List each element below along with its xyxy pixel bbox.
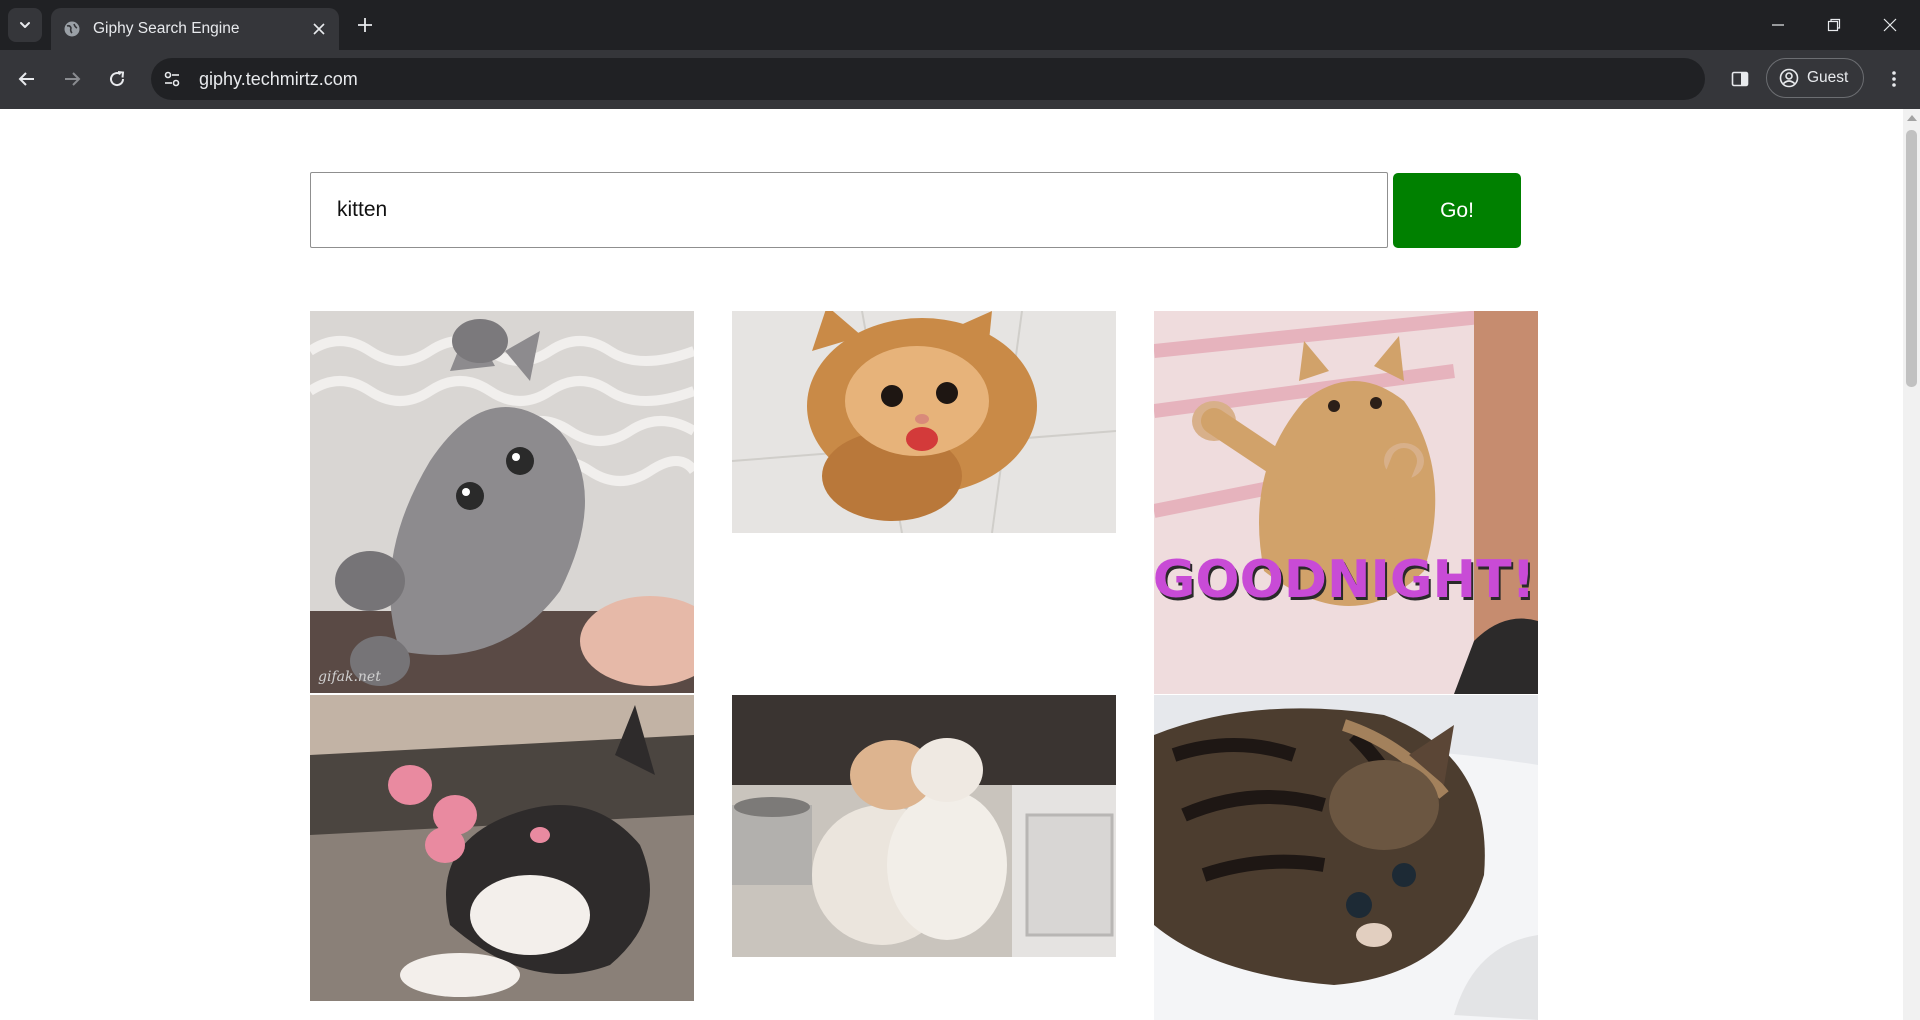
tab-strip: Giphy Search Engine (0, 0, 1920, 50)
reload-icon (110, 71, 125, 87)
arrow-left-icon (18, 72, 34, 86)
gif-grey-kitten: gifak.net (310, 311, 694, 693)
gif-result[interactable] (732, 695, 1116, 957)
restore-button[interactable] (1806, 0, 1862, 50)
site-info-button[interactable] (155, 62, 189, 96)
gif-orange-kitten (732, 311, 1116, 533)
search-input[interactable] (310, 172, 1388, 248)
gif-result[interactable]: GOODNIGHT! GOODNIGHT! (1154, 311, 1538, 694)
chevron-down-icon (20, 22, 30, 28)
tab-search-button[interactable] (8, 8, 42, 42)
tab-title: Giphy Search Engine (93, 20, 240, 37)
back-button[interactable] (9, 61, 45, 97)
browser-menu-button[interactable] (1876, 61, 1912, 97)
forward-button[interactable] (54, 61, 90, 97)
gif-fluffy-kittens (732, 695, 1116, 957)
side-panel-button[interactable] (1722, 61, 1758, 97)
browser-toolbar: giphy.techmirtz.com Guest (0, 50, 1920, 109)
close-tab-icon[interactable] (309, 19, 329, 39)
plus-icon (358, 18, 372, 32)
close-icon (1883, 18, 1897, 32)
page-viewport: Go! gifak.net (0, 109, 1903, 1020)
more-vert-icon (1892, 71, 1896, 87)
gif-result[interactable] (310, 695, 694, 1001)
gif-goodnight-kitten: GOODNIGHT! GOODNIGHT! (1154, 311, 1538, 694)
gif-result[interactable] (1154, 695, 1538, 1020)
scroll-up-icon[interactable] (1907, 115, 1917, 121)
active-tab[interactable]: Giphy Search Engine (51, 8, 339, 50)
minimize-icon (1772, 24, 1784, 26)
minimize-button[interactable] (1750, 0, 1806, 50)
gif-result[interactable] (732, 311, 1116, 533)
gif-caption: GOODNIGHT! (1154, 550, 1535, 610)
globe-icon (63, 20, 81, 38)
page-scrollbar[interactable] (1903, 109, 1920, 1020)
restore-icon (1827, 18, 1841, 32)
close-window-button[interactable] (1862, 0, 1918, 50)
new-tab-button[interactable] (352, 12, 378, 38)
arrow-right-icon (65, 72, 81, 86)
go-button[interactable]: Go! (1393, 173, 1521, 248)
tune-icon (164, 71, 180, 87)
scroll-thumb[interactable] (1906, 130, 1917, 387)
side-panel-icon (1731, 71, 1749, 87)
gif-result[interactable]: gifak.net (310, 311, 694, 693)
gif-bw-kitten (310, 695, 694, 1001)
gif-tabby-kitten (1154, 695, 1538, 1020)
address-bar[interactable]: giphy.techmirtz.com (151, 58, 1705, 100)
profile-label: Guest (1807, 69, 1849, 86)
reload-button[interactable] (99, 61, 135, 97)
url-text: giphy.techmirtz.com (199, 68, 358, 89)
gif-watermark: gifak.net (318, 669, 381, 685)
account-circle-icon (1779, 68, 1799, 88)
profile-button[interactable]: Guest (1766, 58, 1864, 98)
